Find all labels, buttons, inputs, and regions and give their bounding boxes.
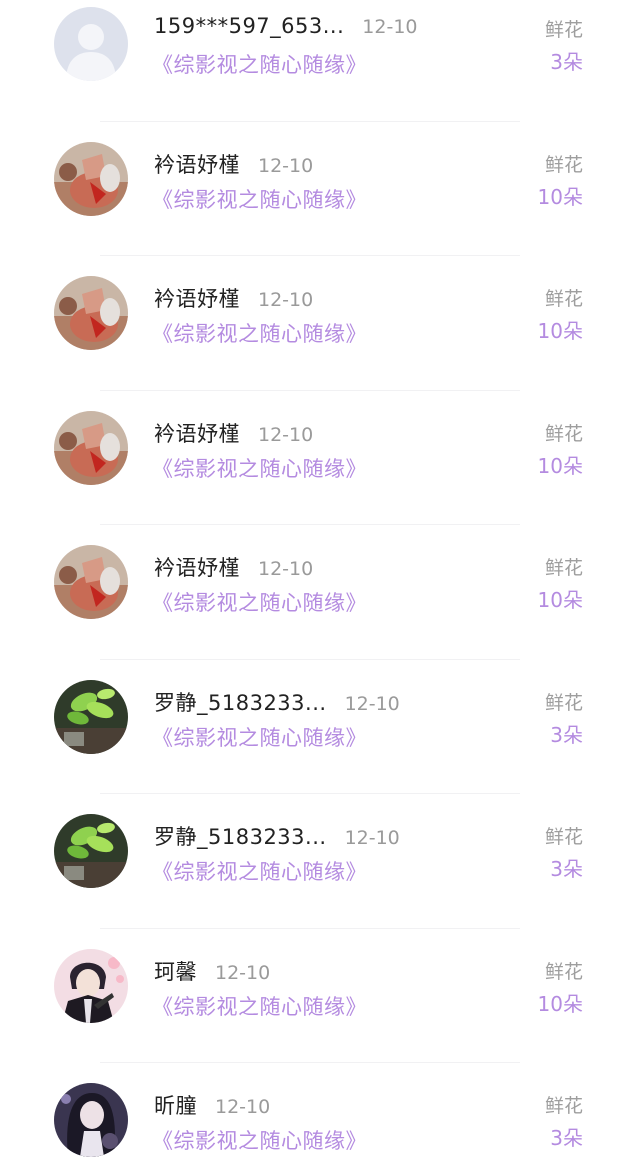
gift-type: 鲜花 <box>544 153 583 176</box>
gift-type: 鲜花 <box>544 422 583 445</box>
gift-count: 10朵 <box>537 453 583 478</box>
gift-type: 鲜花 <box>544 19 583 41</box>
user-name[interactable]: 罗静_5183233... <box>154 687 327 717</box>
gift-type: 鲜花 <box>544 826 583 848</box>
gift-type: 鲜花 <box>544 288 583 310</box>
gift-count: 3朵 <box>550 50 583 74</box>
name-line: 159***597_653... 12-10 <box>154 14 418 38</box>
name-line: 衿语妤槿 12-10 <box>154 418 313 448</box>
date-label: 12-10 <box>258 154 314 177</box>
book-title[interactable]: 《综影视之随心随缘》 <box>152 991 367 1021</box>
name-line: 珂馨 12-10 <box>154 956 270 986</box>
book-title[interactable]: 《综影视之随心随缘》 <box>152 453 367 483</box>
avatar-autumn-icon[interactable] <box>54 276 128 350</box>
avatar-plant-icon[interactable] <box>54 814 128 888</box>
gift-count: 3朵 <box>550 857 583 881</box>
gift-count: 3朵 <box>550 722 583 747</box>
gift-count: 10朵 <box>537 319 583 343</box>
name-line: 衿语妤槿 12-10 <box>154 283 313 313</box>
date-label: 12-10 <box>362 16 418 38</box>
user-name[interactable]: 159***597_653... <box>154 14 344 38</box>
gift-record-list: 159***597_653... 12-10 《综影视之随心随缘》 鲜花 3朵 … <box>0 0 640 1161</box>
date-label: 12-10 <box>258 423 314 446</box>
list-item[interactable]: 衿语妤槿 12-10 《综影视之随心随缘》 鲜花 10朵 <box>0 256 640 391</box>
avatar-plant-icon[interactable] <box>54 679 128 754</box>
avatar-anime-girl-icon[interactable] <box>54 1083 128 1157</box>
user-name[interactable]: 衿语妤槿 <box>154 552 240 582</box>
list-item[interactable]: 衿语妤槿 12-10 《综影视之随心随缘》 鲜花 10朵 <box>0 525 640 660</box>
avatar-autumn-icon[interactable] <box>54 410 128 485</box>
date-label: 12-10 <box>258 289 314 311</box>
name-line: 昕朣 12-10 <box>154 1090 270 1120</box>
user-name[interactable]: 衿语妤槿 <box>154 149 240 179</box>
list-item[interactable]: 昕朣 12-10 《综影视之随心随缘》 鲜花 3朵 <box>0 1063 640 1174</box>
user-name[interactable]: 罗静_5183233... <box>154 821 327 851</box>
user-name[interactable]: 珂馨 <box>154 956 197 986</box>
book-title[interactable]: 《综影视之随心随缘》 <box>152 318 367 348</box>
list-item[interactable]: 衿语妤槿 12-10 《综影视之随心随缘》 鲜花 10朵 <box>0 122 640 257</box>
gift-type: 鲜花 <box>544 557 583 579</box>
list-item[interactable]: 罗静_5183233... 12-10 《综影视之随心随缘》 鲜花 3朵 <box>0 660 640 795</box>
book-title[interactable]: 《综影视之随心随缘》 <box>152 184 367 214</box>
gift-count: 10朵 <box>537 588 583 612</box>
gift-count: 10朵 <box>537 991 583 1016</box>
gift-type: 鲜花 <box>544 960 583 983</box>
list-item[interactable]: 159***597_653... 12-10 《综影视之随心随缘》 鲜花 3朵 <box>0 0 640 122</box>
book-title[interactable]: 《综影视之随心随缘》 <box>152 856 367 886</box>
date-label: 12-10 <box>344 692 400 715</box>
avatar-autumn-icon[interactable] <box>54 141 128 216</box>
list-item[interactable]: 衿语妤槿 12-10 《综影视之随心随缘》 鲜花 10朵 <box>0 391 640 526</box>
name-line: 罗静_5183233... 12-10 <box>154 821 400 851</box>
book-title[interactable]: 《综影视之随心随缘》 <box>152 49 367 79</box>
user-name[interactable]: 衿语妤槿 <box>154 418 240 448</box>
date-label: 12-10 <box>215 961 271 984</box>
book-title[interactable]: 《综影视之随心随缘》 <box>152 722 367 752</box>
list-item[interactable]: 珂馨 12-10 《综影视之随心随缘》 鲜花 10朵 <box>0 929 640 1064</box>
date-label: 12-10 <box>215 1096 271 1118</box>
date-label: 12-10 <box>344 827 400 849</box>
user-name[interactable]: 昕朣 <box>154 1090 197 1120</box>
gift-count: 10朵 <box>537 184 583 209</box>
gift-count: 3朵 <box>550 1126 583 1150</box>
date-label: 12-10 <box>258 558 314 580</box>
name-line: 衿语妤槿 12-10 <box>154 552 313 582</box>
gift-type: 鲜花 <box>544 691 583 714</box>
user-name[interactable]: 衿语妤槿 <box>154 283 240 313</box>
avatar-default-icon[interactable] <box>54 7 128 81</box>
name-line: 衿语妤槿 12-10 <box>154 149 313 179</box>
book-title[interactable]: 《综影视之随心随缘》 <box>152 587 367 617</box>
name-line: 罗静_5183233... 12-10 <box>154 687 400 717</box>
gift-type: 鲜花 <box>544 1095 583 1117</box>
list-item[interactable]: 罗静_5183233... 12-10 《综影视之随心随缘》 鲜花 3朵 <box>0 794 640 929</box>
book-title[interactable]: 《综影视之随心随缘》 <box>152 1125 367 1155</box>
avatar-autumn-icon[interactable] <box>54 545 128 619</box>
avatar-anime-boy-icon[interactable] <box>54 948 128 1023</box>
